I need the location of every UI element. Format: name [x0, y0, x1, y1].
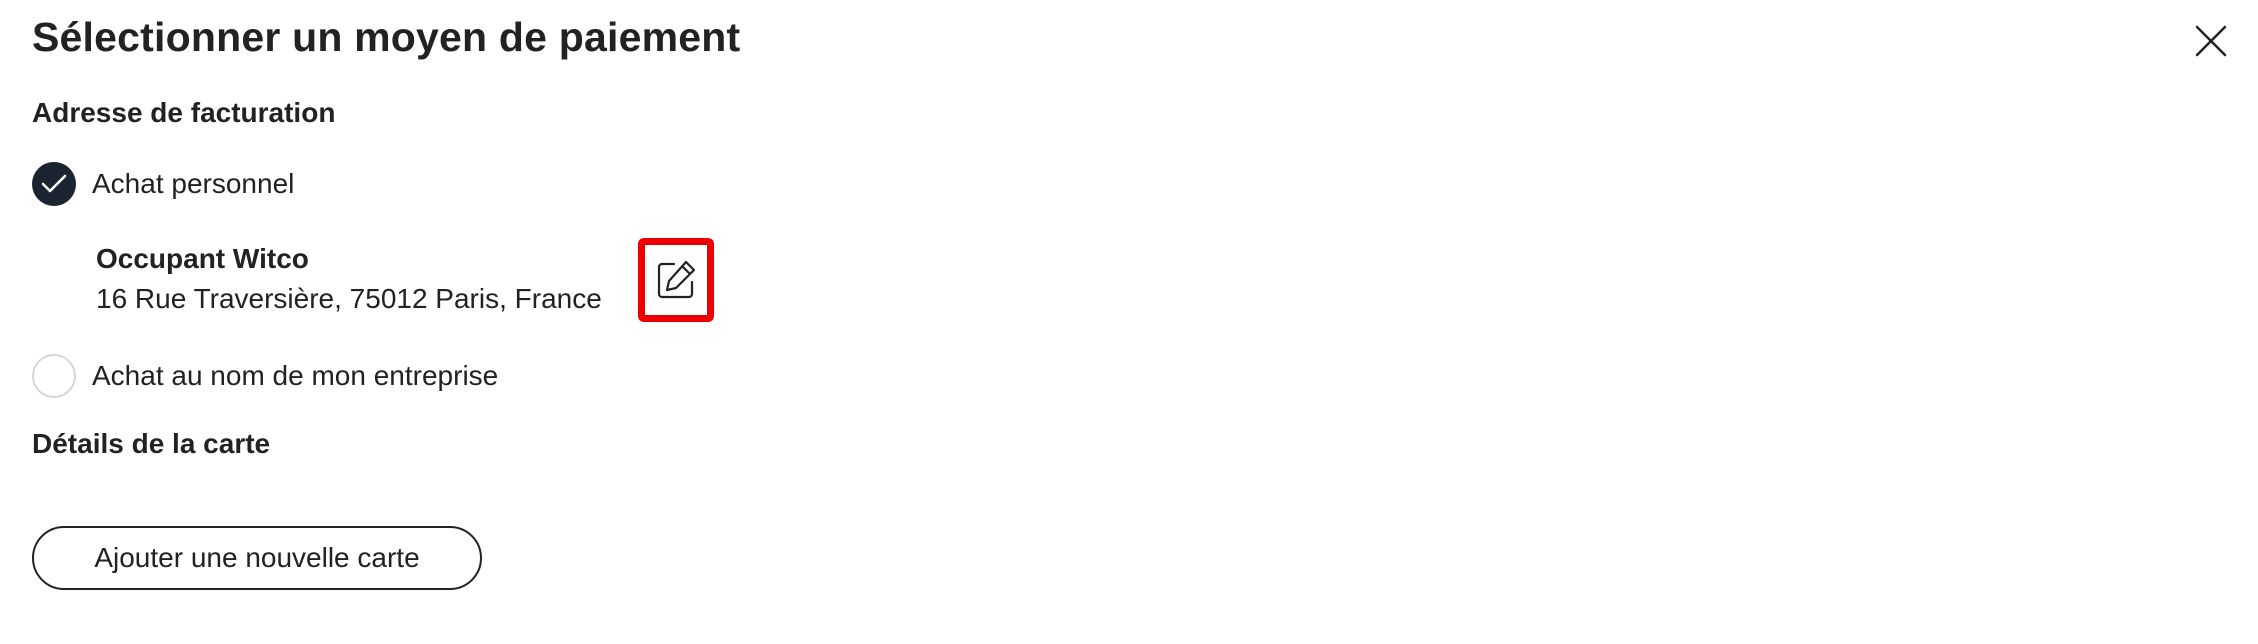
- close-button[interactable]: [2194, 24, 2228, 58]
- checkmark-icon: [41, 174, 67, 193]
- edit-icon: [657, 260, 696, 299]
- radio-option-personal-purchase[interactable]: Achat personnel: [32, 162, 294, 206]
- address-name: Occupant Witco: [96, 243, 309, 274]
- radio-checked[interactable]: [32, 162, 76, 206]
- close-icon: [2195, 25, 2227, 57]
- billing-address-heading: Adresse de facturation: [32, 97, 336, 128]
- radio-unchecked[interactable]: [32, 354, 76, 398]
- payment-method-dialog: Sélectionner un moyen de paiement Adress…: [0, 0, 2258, 644]
- billing-address: Occupant Witco 16 Rue Traversière, 75012…: [96, 240, 602, 320]
- dialog-title: Sélectionner un moyen de paiement: [32, 14, 741, 60]
- radio-option-company-purchase[interactable]: Achat au nom de mon entreprise: [32, 354, 498, 398]
- radio-label-company: Achat au nom de mon entreprise: [92, 360, 499, 391]
- add-new-card-button[interactable]: Ajouter une nouvelle carte: [32, 526, 482, 590]
- address-line: 16 Rue Traversière, 75012 Paris, France: [96, 283, 602, 314]
- card-details-heading: Détails de la carte: [32, 428, 271, 459]
- edit-address-button[interactable]: [638, 238, 714, 322]
- radio-label-personal: Achat personnel: [92, 168, 295, 199]
